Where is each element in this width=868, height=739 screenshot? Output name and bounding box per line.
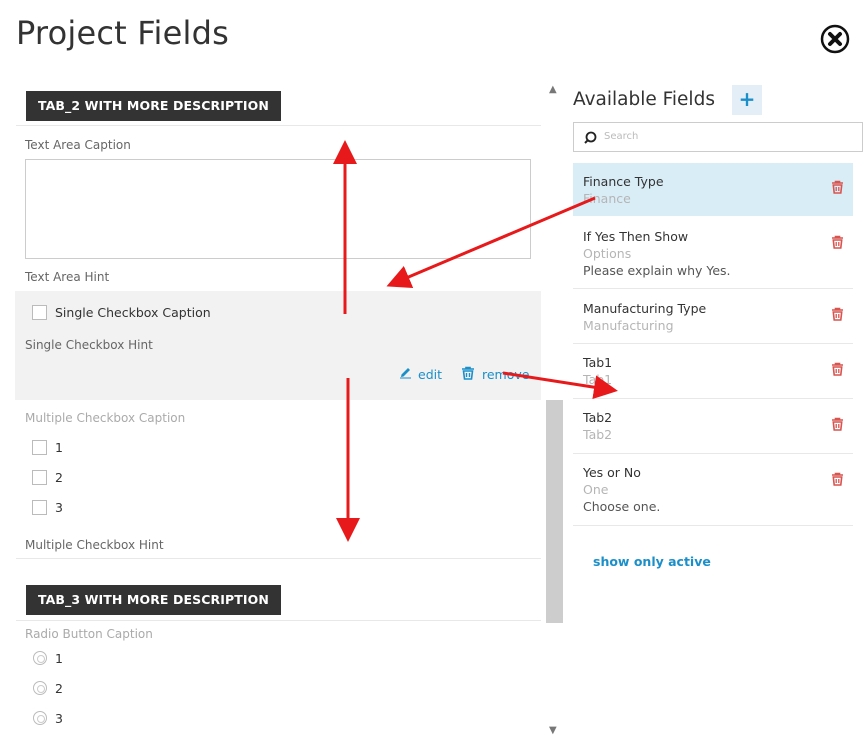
multiple-checkbox-hint: Multiple Checkbox Hint — [25, 538, 164, 552]
field-name: Yes or No — [583, 465, 641, 480]
field-name: If Yes Then Show — [583, 229, 689, 244]
scroll-up-icon[interactable]: ▲ — [549, 84, 557, 95]
multiple-checkbox-caption: Multiple Checkbox Caption — [25, 411, 186, 425]
radio-2[interactable] — [33, 681, 47, 695]
field-hint: Please explain why Yes. — [583, 263, 731, 278]
radio-label: 1 — [55, 651, 63, 666]
multi-checkbox-2[interactable] — [32, 470, 47, 485]
form-preview-panel: TAB_2 WITH MORE DESCRIPTION Text Area Ca… — [0, 82, 563, 739]
scrollbar-thumb[interactable] — [546, 400, 563, 623]
scroll-down-icon[interactable]: ▼ — [549, 725, 557, 736]
multi-checkbox-1[interactable] — [32, 440, 47, 455]
available-fields-title: Available Fields — [573, 89, 715, 110]
radio-1[interactable] — [33, 651, 47, 665]
multi-checkbox-label: 3 — [55, 500, 63, 515]
search-input[interactable]: Search — [573, 122, 863, 152]
page-title: Project Fields — [16, 14, 229, 52]
field-item-tab1[interactable]: Tab1 Tab1 — [573, 345, 853, 399]
field-type: One — [583, 482, 609, 497]
trash-icon[interactable] — [831, 235, 844, 249]
add-field-button[interactable]: + — [732, 85, 762, 115]
close-icon[interactable] — [820, 24, 850, 54]
tab-3-header[interactable]: TAB_3 WITH MORE DESCRIPTION — [26, 585, 281, 615]
field-name: Tab2 — [583, 410, 613, 425]
field-item-manufacturing-type[interactable]: Manufacturing Type Manufacturing — [573, 290, 853, 344]
single-checkbox-hint: Single Checkbox Hint — [25, 338, 153, 352]
single-checkbox[interactable] — [32, 305, 47, 320]
field-item-tab2[interactable]: Tab2 Tab2 — [573, 400, 853, 454]
remove-button[interactable]: remove — [482, 367, 529, 382]
trash-icon[interactable] — [831, 307, 844, 321]
field-type: Manufacturing — [583, 318, 674, 333]
radio-label: 2 — [55, 681, 63, 696]
search-placeholder: Search — [604, 131, 639, 142]
field-item-yes-or-no[interactable]: Yes or No One Choose one. — [573, 455, 853, 526]
divider — [16, 558, 541, 559]
divider — [16, 620, 541, 621]
show-only-active-link[interactable]: show only active — [593, 554, 711, 569]
field-item-finance-type[interactable]: Finance Type Finance — [573, 163, 853, 216]
trash-icon[interactable] — [831, 472, 844, 486]
field-item-if-yes-then-show[interactable]: If Yes Then Show Options Please explain … — [573, 218, 853, 289]
radio-label: 3 — [55, 711, 63, 726]
field-type: Tab1 — [583, 372, 613, 387]
radio-3[interactable] — [33, 711, 47, 725]
radio-button-caption: Radio Button Caption — [25, 627, 153, 641]
field-type: Finance — [583, 191, 631, 206]
field-hint: Choose one. — [583, 499, 661, 514]
trash-icon[interactable] — [831, 362, 844, 376]
multi-checkbox-3[interactable] — [32, 500, 47, 515]
pencil-icon[interactable] — [399, 366, 412, 379]
trash-icon[interactable] — [461, 366, 475, 380]
divider — [16, 125, 541, 126]
trash-icon[interactable] — [831, 417, 844, 431]
text-area-caption: Text Area Caption — [25, 138, 131, 152]
search-icon — [584, 131, 597, 144]
text-area-hint: Text Area Hint — [25, 270, 110, 284]
field-type: Tab2 — [583, 427, 613, 442]
multi-checkbox-label: 2 — [55, 470, 63, 485]
text-area-field[interactable] — [25, 159, 531, 259]
trash-icon[interactable] — [831, 180, 844, 194]
field-type: Options — [583, 246, 632, 261]
single-checkbox-block[interactable]: Single Checkbox Caption Single Checkbox … — [15, 291, 541, 400]
single-checkbox-caption: Single Checkbox Caption — [55, 305, 211, 320]
edit-button[interactable]: edit — [418, 367, 442, 382]
field-name: Manufacturing Type — [583, 301, 707, 316]
field-name: Finance Type — [583, 174, 664, 189]
tab-2-header[interactable]: TAB_2 WITH MORE DESCRIPTION — [26, 91, 281, 121]
field-name: Tab1 — [583, 355, 613, 370]
multi-checkbox-label: 1 — [55, 440, 63, 455]
